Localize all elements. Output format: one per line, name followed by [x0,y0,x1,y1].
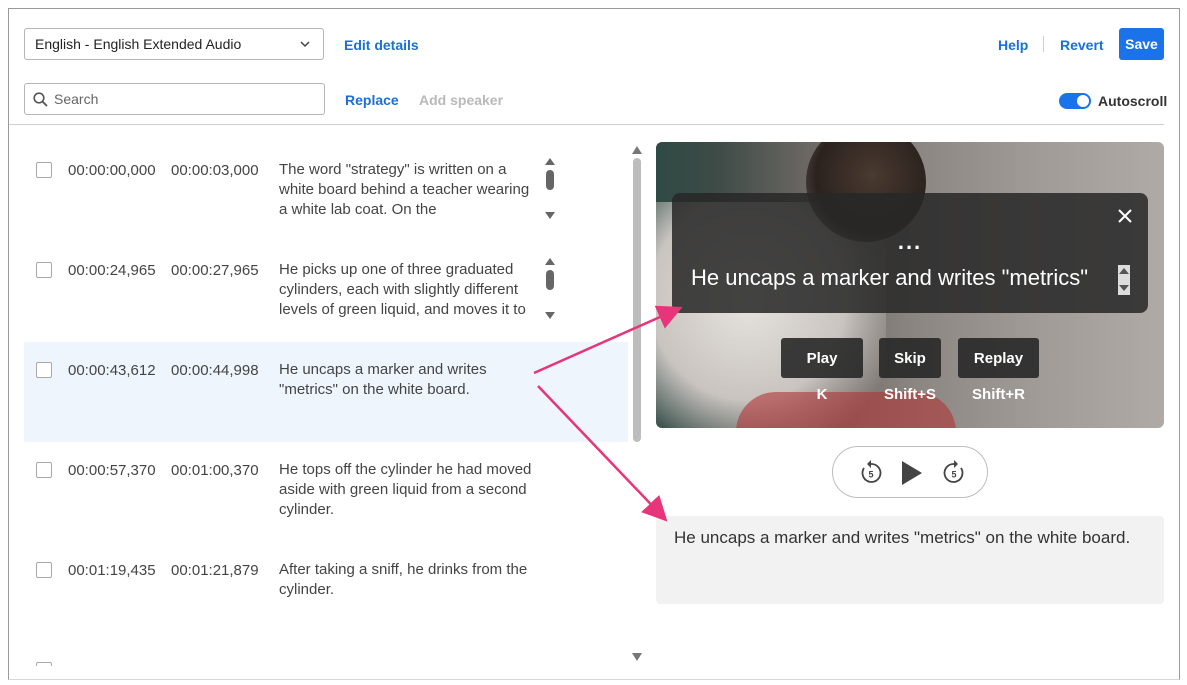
add-speaker-link: Add speaker [419,92,504,108]
start-time[interactable]: 00:00:00,000 [68,162,156,179]
caption-text-scrollbar[interactable] [544,158,556,222]
caption-preview-overlay: ... He uncaps a marker and writes "metri… [672,193,1148,313]
chevron-down-icon [300,41,310,48]
description-panel[interactable]: He uncaps a marker and writes "metrics" … [656,516,1164,604]
list-scroll-down-arrow[interactable] [632,653,642,661]
end-time[interactable]: 00:00:03,000 [171,162,259,179]
caption-text[interactable]: After taking a sniff, he drinks from the… [279,560,541,622]
search-icon [33,91,48,107]
start-time[interactable]: 00:01:19,435 [68,562,156,579]
row-checkbox[interactable] [36,662,52,666]
end-time[interactable]: 00:00:44,998 [171,362,259,379]
autoscroll-toggle[interactable] [1059,93,1091,109]
replay-shortcut: Shift+R [972,386,1025,403]
row-checkbox[interactable] [36,162,52,178]
row-checkbox[interactable] [36,462,52,478]
list-scroll-up-arrow[interactable] [632,146,642,154]
forward-5-icon[interactable]: 5 [940,459,968,487]
rewind-5-icon[interactable]: 5 [857,459,885,487]
caption-row[interactable]: 00:01:19,435 00:01:21,879 After taking a… [24,542,628,642]
caption-preview-text: He uncaps a marker and writes "metrics" [691,265,1089,290]
skip-button[interactable]: Skip [879,338,941,378]
start-time[interactable]: 00:00:43,612 [68,362,156,379]
start-time[interactable]: 00:00:24,965 [68,262,156,279]
play-button[interactable]: Play [781,338,863,378]
caption-row[interactable]: 00:00:57,370 00:01:00,370 He tops off th… [24,442,628,542]
start-time[interactable]: 00:00:57,370 [68,462,156,479]
play-shortcut: K [816,386,828,403]
language-select[interactable]: English - English Extended Audio [24,28,324,60]
replace-link[interactable]: Replace [345,92,399,108]
caption-text[interactable]: He uncaps a marker and writes "metrics" … [279,360,541,422]
end-time[interactable]: 00:00:27,965 [171,262,259,279]
close-icon[interactable] [1118,209,1132,223]
autoscroll-label: Autoscroll [1098,93,1168,109]
help-link[interactable]: Help [998,37,1028,53]
caption-row-selected[interactable]: 00:00:43,612 00:00:44,998 He uncaps a ma… [24,342,628,442]
row-checkbox[interactable] [36,362,52,378]
caption-row[interactable]: 00:00:24,965 00:00:27,965 He picks up on… [24,242,628,342]
end-time[interactable]: 00:01:21,879 [171,562,259,579]
caption-row[interactable]: 00:00:00,000 00:00:03,000 The word "stra… [24,142,628,242]
forward-seconds: 5 [951,470,956,480]
toggle-knob [1077,95,1089,107]
rewind-seconds: 5 [868,470,873,480]
header-divider [1043,36,1044,52]
row-checkbox[interactable] [36,262,52,278]
list-scrollbar-thumb[interactable] [633,158,641,442]
end-time[interactable]: 00:01:00,370 [171,462,259,479]
edit-details-link[interactable]: Edit details [344,37,419,53]
caption-text[interactable]: The word "strategy" is written on a whit… [279,160,541,222]
caption-text[interactable]: He tops off the cylinder he had moved as… [279,460,541,522]
skip-shortcut: Shift+S [883,386,937,403]
caption-text[interactable]: He picks up one of three graduated cylin… [279,260,541,322]
row-checkbox[interactable] [36,562,52,578]
overlay-dots: ... [897,229,923,254]
search-input[interactable] [54,91,304,107]
revert-link[interactable]: Revert [1060,37,1104,53]
save-button[interactable]: Save [1119,28,1164,60]
video-player[interactable]: ... He uncaps a marker and writes "metri… [656,142,1164,428]
caption-row-partial[interactable] [24,642,628,666]
search-field[interactable] [24,83,325,115]
language-select-value: English - English Extended Audio [35,36,242,52]
header-divider-line [9,124,1164,125]
play-icon[interactable] [897,459,925,487]
replay-button[interactable]: Replay [958,338,1039,378]
caption-text-scrollbar[interactable] [544,258,556,322]
caption-preview-scrollbar[interactable] [1118,265,1130,295]
playback-controls: 5 5 [832,446,988,498]
